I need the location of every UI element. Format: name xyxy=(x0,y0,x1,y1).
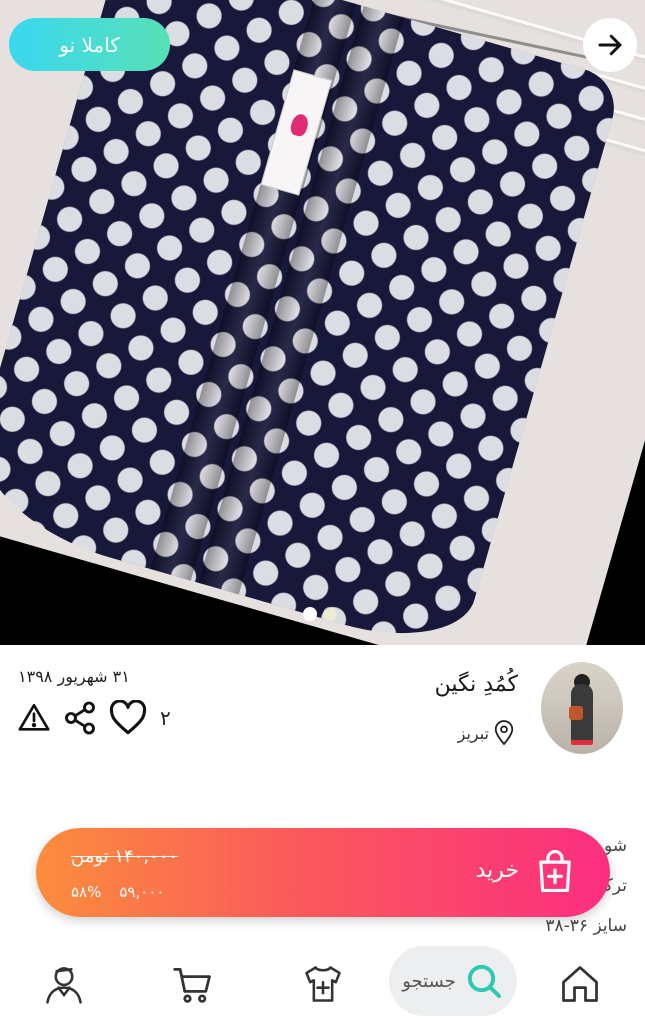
product-detail-screen: کاملا نو کُمُدِ نگین تبریز ۳۱ شهریور ۱۳۹… xyxy=(0,0,645,1024)
like-count: ۲ xyxy=(160,706,171,730)
nav-profile[interactable] xyxy=(39,959,89,1009)
condition-badge: کاملا نو xyxy=(9,18,170,71)
carousel-indicator xyxy=(303,607,337,621)
original-price: ۱۴۰,۰۰۰ تومن xyxy=(71,846,179,867)
shopping-bag-add-icon xyxy=(539,850,571,893)
description-line: سایز ۳۶-۳۸ xyxy=(545,916,627,936)
seller-name[interactable]: کُمُدِ نگین xyxy=(435,672,518,697)
bottom-navigation: جستجو xyxy=(0,945,645,1024)
final-price: ۵۹,۰۰۰ xyxy=(119,883,165,901)
cart-icon xyxy=(173,967,211,1003)
nav-cart[interactable] xyxy=(168,959,218,1009)
search-icon xyxy=(467,964,501,998)
back-button[interactable] xyxy=(583,18,637,72)
heart-icon[interactable] xyxy=(108,700,148,736)
city-label: تبریز xyxy=(457,723,489,743)
seller-avatar[interactable] xyxy=(541,662,623,754)
product-image-carousel[interactable]: کاملا نو xyxy=(0,0,645,645)
warning-icon[interactable] xyxy=(16,701,52,735)
description-line: شو xyxy=(603,836,627,856)
nav-home[interactable] xyxy=(555,959,605,1009)
carousel-dot-active[interactable] xyxy=(303,607,317,621)
seller-location: تبریز xyxy=(458,720,515,746)
product-photo xyxy=(0,0,645,645)
home-icon xyxy=(562,966,598,1002)
share-icon[interactable] xyxy=(62,700,98,736)
discount-percent: ۵۸% xyxy=(71,883,102,901)
arrow-right-icon xyxy=(598,34,622,56)
profile-icon xyxy=(46,967,82,1004)
buy-button[interactable]: خرید ۱۴۰,۰۰۰ تومن ۵۸% ۵۹,۰۰۰ xyxy=(36,828,610,917)
carousel-dot[interactable] xyxy=(323,607,337,621)
add-clothing-icon xyxy=(305,966,341,1002)
price-row: ۵۸% ۵۹,۰۰۰ xyxy=(71,883,164,901)
location-pin-icon xyxy=(494,720,514,746)
search-label: جستجو xyxy=(402,970,456,992)
nav-search[interactable]: جستجو xyxy=(389,946,517,1016)
buy-label: خرید xyxy=(475,858,519,883)
product-actions: ۲ xyxy=(16,700,171,736)
post-date: ۳۱ شهریور ۱۳۹۸ xyxy=(18,667,130,686)
nav-add-product[interactable] xyxy=(298,959,348,1009)
